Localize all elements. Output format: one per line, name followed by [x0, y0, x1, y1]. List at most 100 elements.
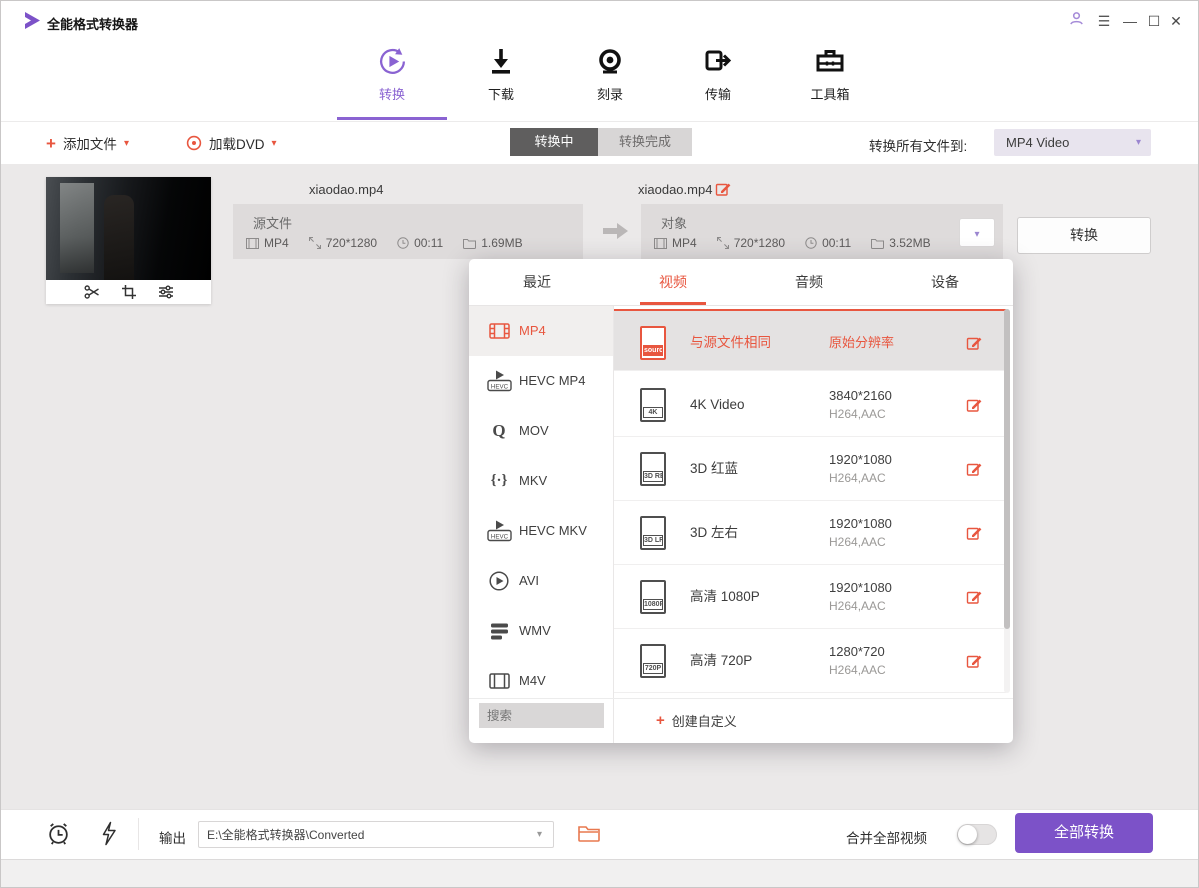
global-output-format-dropdown[interactable]: MP4 Video ▾ [994, 129, 1151, 156]
target-format-dropdown-button[interactable]: ▾ [959, 218, 995, 247]
source-resolution: 720*1280 [309, 236, 377, 250]
preset-hd-720p[interactable]: 720P 高清 720P 1280*720 H264,AAC [614, 629, 1006, 693]
preset-same-as-source[interactable]: source 与源文件相同 原始分辨率 [614, 309, 1006, 371]
create-custom-button[interactable]: + 创建自定义 [656, 698, 737, 743]
resolution-icon [717, 237, 729, 249]
popup-tab-recent[interactable]: 最近 [469, 259, 605, 305]
convert-button[interactable]: 转换 [1017, 217, 1151, 254]
format-search-input[interactable] [479, 703, 604, 728]
target-duration: 00:11 [805, 236, 851, 250]
format-item-mov[interactable]: Q MOV [469, 406, 613, 456]
tab-toolbox-label: 工具箱 [782, 84, 878, 103]
preset-edit-icon[interactable] [966, 461, 982, 482]
hevc-play-icon: HEVC [485, 521, 513, 542]
target-size: 3.52MB [871, 236, 930, 250]
preset-edit-icon[interactable] [966, 525, 982, 546]
plus-icon: + [46, 135, 56, 152]
maximize-button[interactable]: ☐ [1143, 10, 1165, 32]
crop-icon[interactable] [122, 285, 136, 299]
window-footer [1, 859, 1198, 888]
hevc-play-icon: HEVC [485, 371, 513, 392]
account-icon[interactable] [1065, 10, 1087, 32]
target-format: MP4 [654, 236, 697, 250]
720p-preset-icon: 720P [640, 644, 666, 678]
effects-sliders-icon[interactable] [158, 285, 174, 299]
video-thumbnail[interactable] [46, 177, 211, 304]
popup-tab-audio[interactable]: 音频 [741, 259, 877, 305]
title-bar: 全能格式转换器 ☰ — ☐ ✕ [1, 1, 1198, 41]
format-item-wmv[interactable]: WMV [469, 606, 613, 656]
preset-edit-icon[interactable] [966, 589, 982, 610]
source-format: MP4 [246, 236, 289, 250]
tab-convert[interactable]: 转换 [344, 43, 440, 117]
format-item-mkv[interactable]: {·} MKV [469, 456, 613, 506]
tab-converting[interactable]: 转换中 [510, 128, 598, 156]
tab-toolbox[interactable]: 工具箱 [782, 43, 878, 117]
preset-scrollbar[interactable] [1004, 309, 1010, 693]
popup-tab-video[interactable]: 视频 [605, 259, 741, 305]
rename-edit-icon[interactable] [715, 181, 731, 202]
preset-edit-icon[interactable] [966, 335, 982, 356]
tab-download[interactable]: 下载 [453, 43, 549, 117]
transfer-icon [670, 43, 766, 79]
high-speed-bolt-icon[interactable] [101, 821, 117, 851]
matroska-icon: {·} [485, 473, 513, 490]
close-button[interactable]: ✕ [1165, 10, 1187, 32]
create-custom-label: 创建自定义 [672, 711, 737, 730]
source-info-panel: 源文件 MP4 720*1280 00:11 1.69MB [233, 204, 583, 259]
source-size: 1.69MB [463, 236, 522, 250]
clock-icon [397, 237, 409, 249]
preset-4k-video[interactable]: 4K 4K Video 3840*2160 H264,AAC [614, 373, 1006, 437]
source-label: 源文件 [253, 213, 292, 232]
output-path-input[interactable] [198, 821, 554, 848]
merge-all-label: 合并全部视频 [846, 827, 927, 847]
convert-all-button[interactable]: 全部转换 [1015, 813, 1153, 853]
convert-icon [344, 43, 440, 79]
tab-converted[interactable]: 转换完成 [598, 128, 692, 156]
chevron-down-icon: ▾ [1136, 129, 1141, 156]
chevron-down-icon[interactable]: ▾ [537, 821, 542, 848]
circle-play-icon [485, 571, 513, 591]
output-format-value: MP4 Video [1006, 135, 1069, 150]
preset-edit-icon[interactable] [966, 653, 982, 674]
format-item-mp4[interactable]: MP4 [469, 306, 613, 356]
scrollbar-thumb[interactable] [1004, 309, 1010, 629]
add-file-label: 添加文件 [63, 133, 117, 153]
merge-all-toggle[interactable] [957, 824, 997, 845]
format-item-m4v[interactable]: M4V [469, 656, 613, 697]
preset-3d-red-blue[interactable]: 3D RB 3D 红蓝 1920*1080 H264,AAC [614, 437, 1006, 501]
schedule-clock-icon[interactable] [46, 821, 71, 851]
minimize-button[interactable]: — [1119, 10, 1141, 32]
resolution-icon [309, 237, 321, 249]
film-icon [485, 323, 513, 339]
tab-transfer[interactable]: 传输 [670, 43, 766, 117]
menu-icon[interactable]: ☰ [1093, 10, 1115, 32]
3d-lr-preset-icon: 3D LR [640, 516, 666, 550]
preset-3d-left-right[interactable]: 3D LR 3D 左右 1920*1080 H264,AAC [614, 501, 1006, 565]
source-file-name: xiaodao.mp4 [309, 182, 383, 197]
add-file-button[interactable]: + 添加文件 ▾ [46, 132, 129, 154]
popup-tab-device[interactable]: 设备 [877, 259, 1013, 305]
convert-all-files-label: 转换所有文件到: [869, 135, 967, 155]
target-resolution: 720*1280 [717, 236, 785, 250]
format-item-hevc-mp4[interactable]: HEVC HEVC MP4 [469, 356, 613, 406]
target-file-name: xiaodao.mp4 [638, 182, 712, 197]
toggle-knob [958, 825, 977, 844]
preset-edit-icon[interactable] [966, 397, 982, 418]
folder-icon [871, 238, 884, 249]
chevron-down-icon: ▾ [272, 138, 277, 149]
target-label: 对象 [661, 213, 687, 232]
load-dvd-button[interactable]: 加载DVD ▾ [186, 132, 277, 154]
tab-burn[interactable]: 刻录 [562, 43, 658, 117]
convert-direction-arrow-icon [603, 222, 629, 245]
trim-icon[interactable] [84, 285, 100, 299]
format-item-avi[interactable]: AVI [469, 556, 613, 606]
format-list-panel: MP4 HEVC HEVC MP4 Q MOV {·} MKV [469, 306, 614, 743]
source-preset-icon: source [640, 326, 666, 360]
preset-hd-1080p[interactable]: 1080P 高清 1080P 1920*1080 H264,AAC [614, 565, 1006, 629]
chevron-down-icon: ▾ [974, 229, 979, 240]
open-folder-icon[interactable] [578, 824, 600, 847]
format-item-hevc-mkv[interactable]: HEVC HEVC MKV [469, 506, 613, 556]
3d-rb-preset-icon: 3D RB [640, 452, 666, 486]
4k-preset-icon: 4K [640, 388, 666, 422]
